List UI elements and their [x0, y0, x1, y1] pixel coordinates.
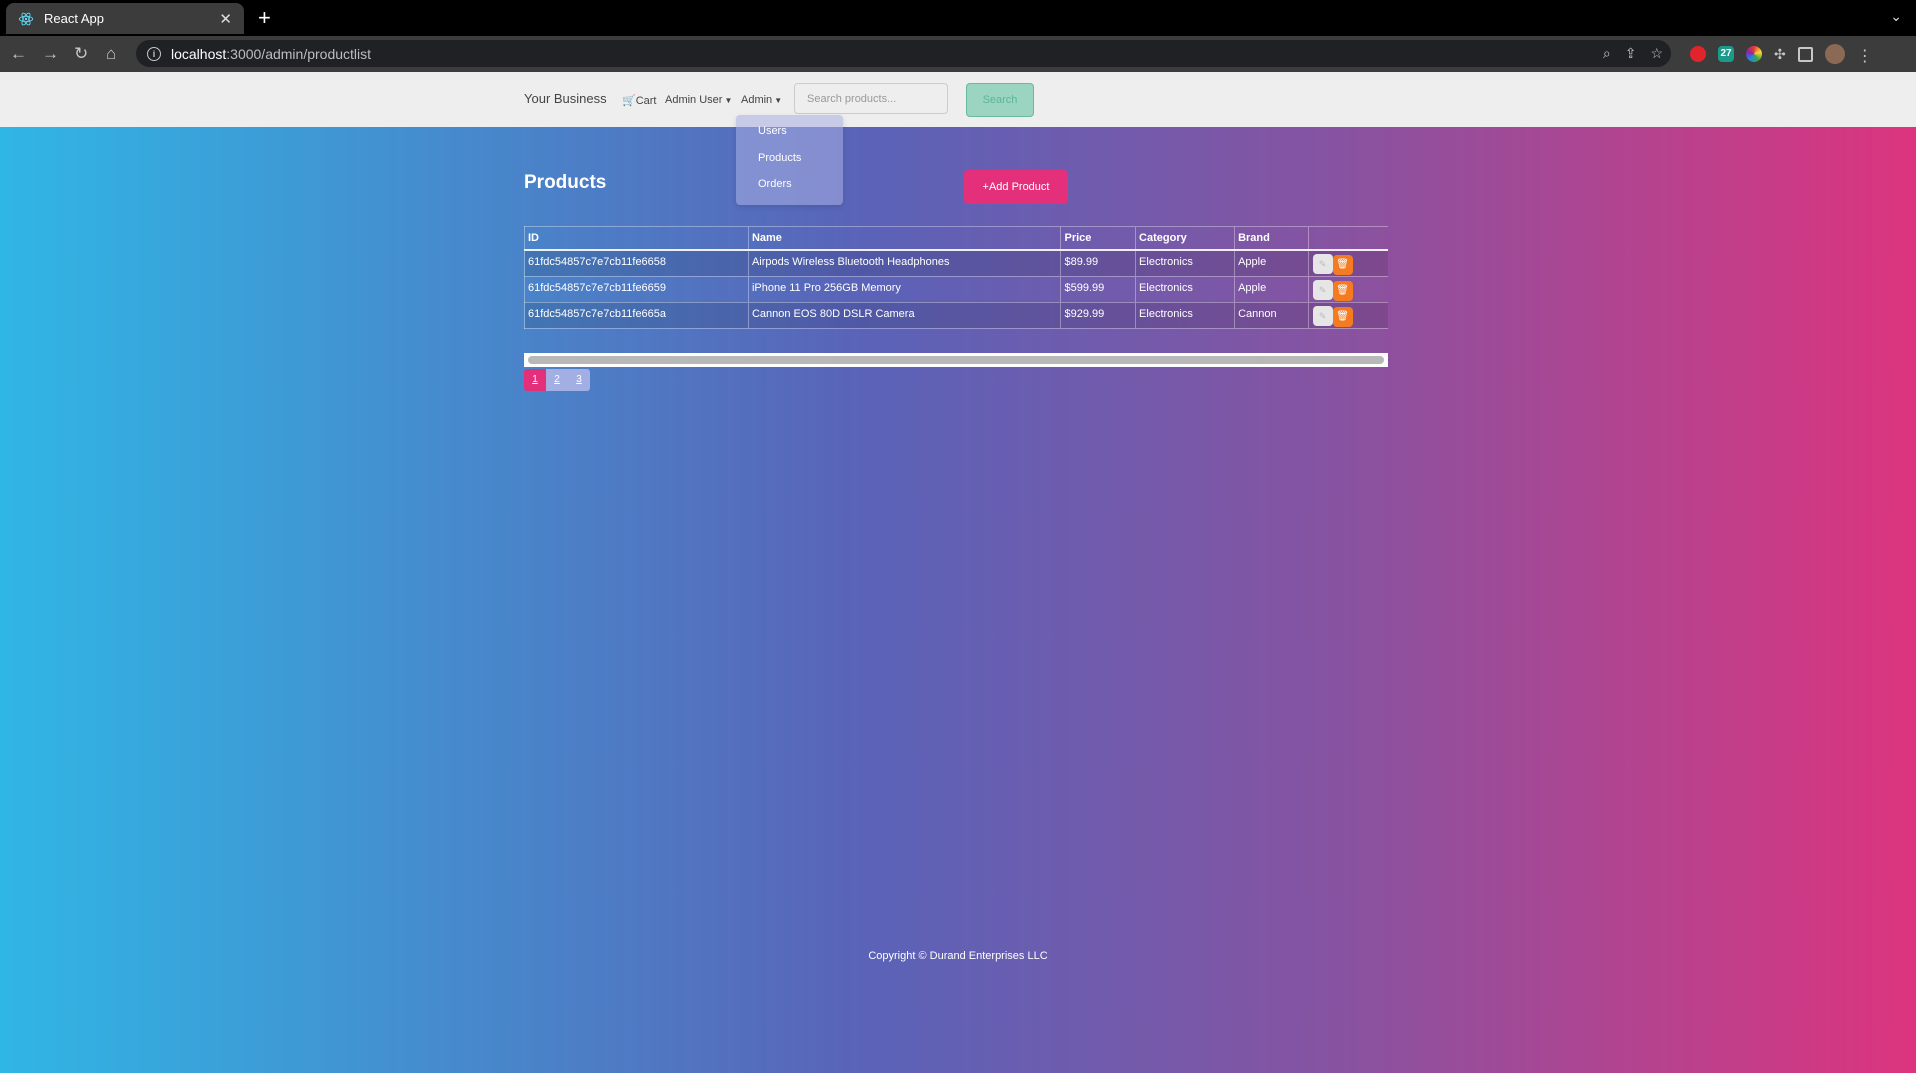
home-icon[interactable]: ⌂	[106, 44, 116, 64]
cell-name: iPhone 11 Pro 256GB Memory	[747, 276, 1061, 303]
cell-brand: Apple	[1234, 276, 1309, 303]
footer-copyright: Copyright © Durand Enterprises LLC	[868, 950, 1048, 962]
admin-dropdown-menu: Users Products Orders	[736, 115, 843, 205]
search-input[interactable]	[794, 83, 948, 114]
table-header-row: ID Name Price Category Brand	[524, 226, 1388, 251]
header-price: Price	[1060, 226, 1136, 251]
chevron-down-icon[interactable]: ⌄	[1890, 8, 1902, 25]
share-icon[interactable]: ⇪	[1625, 45, 1637, 62]
site-info-icon[interactable]: i	[147, 46, 161, 61]
edit-icon[interactable]: ✎	[1312, 305, 1333, 326]
table-row: 61fdc54857c7e7cb11fe6658 Airpods Wireles…	[524, 250, 1388, 277]
cell-id: 61fdc54857c7e7cb11fe6658	[524, 250, 749, 277]
table-row: 61fdc54857c7e7cb11fe6659 iPhone 11 Pro 2…	[524, 276, 1388, 303]
pagination: 1 2 3	[524, 369, 590, 391]
browser-chrome: React App ✕ + ⌄ ← → ↻ ⌂ i localhost:3000…	[0, 0, 1916, 72]
cell-actions: ✎ 🗑	[1307, 250, 1388, 277]
add-product-button[interactable]: +Add Product	[964, 170, 1068, 204]
header-actions	[1307, 226, 1388, 251]
zoom-icon[interactable]: ⌕	[1603, 45, 1611, 62]
extensions-area: 27 ✣ ⋮	[1690, 44, 1873, 65]
back-arrow-icon[interactable]: ←	[10, 44, 27, 64]
url-host: localhost	[171, 45, 227, 62]
side-panel-icon[interactable]	[1797, 46, 1813, 62]
reload-icon[interactable]: ↻	[74, 44, 88, 64]
extension-red-icon[interactable]	[1690, 46, 1706, 62]
cart-link[interactable]: 🛒Cart	[622, 94, 656, 107]
cell-brand: Apple	[1234, 250, 1309, 277]
profile-avatar[interactable]	[1824, 44, 1845, 64]
cell-price: $599.99	[1060, 276, 1136, 303]
header-brand: Brand	[1234, 226, 1309, 251]
cell-brand: Cannon	[1234, 302, 1309, 329]
table-row: 61fdc54857c7e7cb11fe665a Cannon EOS 80D …	[524, 302, 1388, 329]
close-tab-icon[interactable]: ✕	[219, 10, 232, 28]
new-tab-icon[interactable]: +	[258, 5, 271, 31]
forward-arrow-icon[interactable]: →	[42, 44, 59, 64]
cell-category: Electronics	[1135, 250, 1235, 277]
brand-link[interactable]: Your Business	[524, 91, 607, 106]
edit-icon[interactable]: ✎	[1312, 254, 1333, 274]
admin-menu-toggle[interactable]: Admin ▼	[741, 94, 782, 106]
react-icon	[18, 12, 34, 25]
edit-icon[interactable]: ✎	[1312, 279, 1333, 300]
trash-icon[interactable]: 🗑	[1332, 280, 1353, 301]
cell-category: Electronics	[1135, 276, 1235, 303]
products-table: ID Name Price Category Brand 61fdc54857c…	[524, 226, 1388, 329]
bookmark-star-icon[interactable]: ☆	[1650, 45, 1663, 62]
page: Your Business 🛒Cart Admin User ▼ Admin ▼ S…	[0, 72, 1916, 1073]
cell-actions: ✎ 🗑	[1307, 276, 1388, 303]
trash-icon[interactable]: 🗑	[1332, 306, 1353, 327]
header-category: Category	[1135, 226, 1235, 251]
cell-name: Cannon EOS 80D DSLR Camera	[747, 302, 1061, 329]
user-menu-toggle[interactable]: Admin User ▼	[665, 94, 732, 106]
page-link-2[interactable]: 2	[546, 369, 568, 391]
caret-down-icon: ▼	[724, 96, 733, 105]
table-horizontal-scrollbar[interactable]	[524, 353, 1388, 367]
trash-icon[interactable]: 🗑	[1332, 255, 1353, 275]
extension-color-icon[interactable]	[1746, 46, 1762, 62]
url-text: localhost:3000/admin/productlist	[171, 46, 371, 62]
dropdown-item-users[interactable]: Users	[758, 125, 787, 137]
browser-toolbar: ← → ↻ ⌂ i localhost:3000/admin/productli…	[0, 36, 1916, 72]
dropdown-item-products[interactable]: Products	[758, 152, 801, 164]
header-id: ID	[524, 226, 749, 251]
dropdown-item-orders[interactable]: Orders	[758, 178, 792, 190]
header-name: Name	[747, 226, 1061, 251]
page-link-1[interactable]: 1	[524, 369, 546, 391]
admin-menu-label: Admin	[741, 94, 773, 106]
cell-id: 61fdc54857c7e7cb11fe665a	[524, 302, 749, 329]
cart-label: Cart	[635, 95, 657, 107]
cell-name: Airpods Wireless Bluetooth Headphones	[747, 250, 1061, 277]
cell-category: Electronics	[1135, 302, 1235, 329]
page-title: Products	[524, 172, 607, 193]
extension-badge-icon[interactable]: 27	[1718, 46, 1734, 62]
extensions-puzzle-icon[interactable]: ✣	[1774, 46, 1786, 62]
scrollbar-thumb[interactable]	[528, 356, 1384, 364]
cell-actions: ✎ 🗑	[1307, 302, 1388, 329]
browser-menu-icon[interactable]: ⋮	[1857, 46, 1873, 65]
user-menu-label: Admin User	[665, 94, 723, 106]
cart-icon: 🛒	[622, 95, 636, 107]
address-bar[interactable]: i localhost:3000/admin/productlist ⌕ ⇪ ☆	[136, 40, 1671, 67]
cell-id: 61fdc54857c7e7cb11fe6659	[524, 276, 749, 303]
caret-down-icon: ▼	[774, 96, 783, 105]
cell-price: $929.99	[1060, 302, 1136, 329]
cell-price: $89.99	[1060, 250, 1136, 277]
page-link-3[interactable]: 3	[568, 369, 590, 391]
browser-tab[interactable]: React App ✕	[6, 3, 244, 34]
url-path: :3000/admin/productlist	[226, 45, 372, 62]
search-button[interactable]: Search	[966, 83, 1034, 117]
tab-title: React App	[44, 11, 104, 26]
app-navbar: Your Business 🛒Cart Admin User ▼ Admin ▼ S…	[0, 72, 1916, 127]
